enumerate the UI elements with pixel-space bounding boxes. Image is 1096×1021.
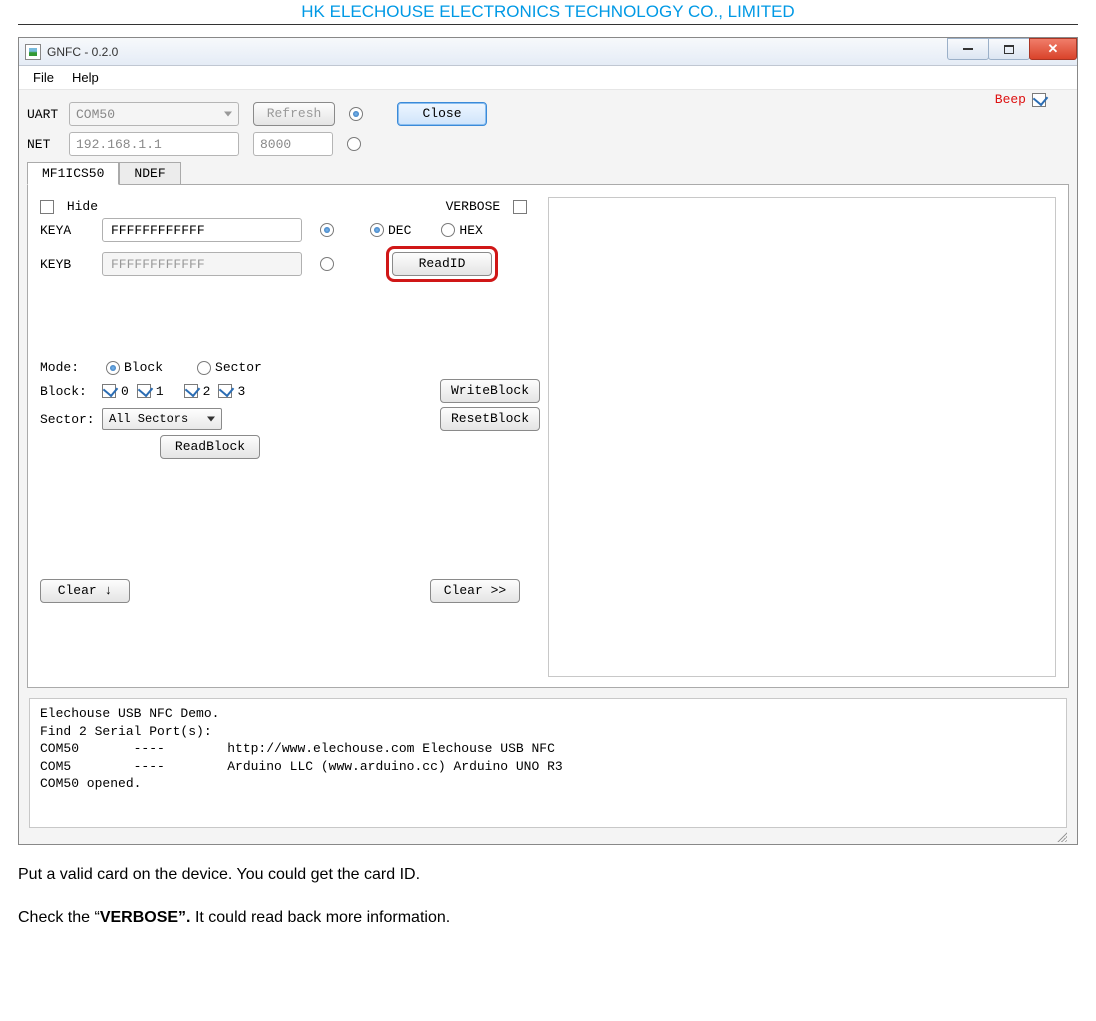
keya-label: KEYA (40, 223, 102, 238)
window-title: GNFC - 0.2.0 (47, 45, 118, 59)
uart-radio[interactable] (349, 107, 363, 121)
refresh-button[interactable]: Refresh (253, 102, 335, 126)
mode-label: Mode: (40, 360, 102, 375)
minimize-button[interactable] (947, 38, 989, 60)
caret-down-icon (224, 112, 232, 117)
mode-block-label: Block (124, 360, 163, 375)
output-panel (548, 197, 1056, 677)
net-label: NET (27, 137, 69, 152)
keyb-radio[interactable] (320, 257, 334, 271)
mode-block-radio[interactable] (106, 361, 120, 375)
block3-checkbox[interactable] (218, 384, 232, 398)
maximize-button[interactable] (988, 38, 1030, 60)
sector-select[interactable]: All Sectors (102, 408, 222, 430)
menubar: File Help (19, 66, 1077, 90)
dec-label: DEC (388, 223, 411, 238)
net-radio[interactable] (347, 137, 361, 151)
writeblock-button[interactable]: WriteBlock (440, 379, 540, 403)
hide-checkbox[interactable] (40, 200, 54, 214)
net-port-input[interactable]: 8000 (253, 132, 333, 156)
mode-sector-label: Sector (215, 360, 262, 375)
document-header: HK ELECHOUSE ELECTRONICS TECHNOLOGY CO.,… (18, 0, 1078, 25)
tab-ndef[interactable]: NDEF (119, 162, 180, 185)
sector-label: Sector: (40, 412, 102, 427)
dec-radio[interactable] (370, 223, 384, 237)
hex-label: HEX (459, 223, 482, 238)
readblock-button[interactable]: ReadBlock (160, 435, 260, 459)
tabstrip: MF1ICS50 NDEF (27, 162, 1069, 185)
doc-paragraph-2: Check the “VERBOSE”. It could read back … (18, 904, 1078, 931)
keyb-label: KEYB (40, 257, 102, 272)
verbose-checkbox[interactable] (513, 200, 527, 214)
uart-port-select[interactable]: COM50 (69, 102, 239, 126)
readid-button[interactable]: ReadID (392, 252, 492, 276)
caret-down-icon (207, 417, 215, 422)
verbose-label: VERBOSE (446, 199, 501, 214)
keya-input[interactable]: FFFFFFFFFFFF (102, 218, 302, 242)
hex-radio[interactable] (441, 223, 455, 237)
menu-help[interactable]: Help (72, 70, 99, 85)
block2-checkbox[interactable] (184, 384, 198, 398)
menu-file[interactable]: File (33, 70, 54, 85)
hide-label: Hide (67, 199, 98, 214)
document-body: Put a valid card on the device. You coul… (18, 861, 1078, 931)
tab-content: Hide VERBOSE KEYA FFFFFFFFFFFF DEC (27, 184, 1069, 688)
mode-sector-radio[interactable] (197, 361, 211, 375)
beep-option: Beep (995, 92, 1051, 107)
beep-checkbox[interactable] (1032, 93, 1046, 107)
clear-down-button[interactable]: Clear ↓ (40, 579, 130, 603)
log-output: Elechouse USB NFC Demo. Find 2 Serial Po… (29, 698, 1067, 828)
titlebar: GNFC - 0.2.0 ✕ (19, 38, 1077, 66)
block1-checkbox[interactable] (137, 384, 151, 398)
gnfc-window: GNFC - 0.2.0 ✕ File Help UART COM50 Refr… (18, 37, 1078, 845)
block-label: Block: (40, 384, 102, 399)
doc-paragraph-1: Put a valid card on the device. You coul… (18, 861, 1078, 888)
resize-grip[interactable] (27, 830, 1069, 844)
tab-mf1ics50[interactable]: MF1ICS50 (27, 162, 119, 185)
close-button[interactable]: Close (397, 102, 487, 126)
window-close-button[interactable]: ✕ (1029, 38, 1077, 60)
clear-right-button[interactable]: Clear >> (430, 579, 520, 603)
uart-label: UART (27, 107, 69, 122)
resetblock-button[interactable]: ResetBlock (440, 407, 540, 431)
app-icon (25, 44, 41, 60)
readid-highlight: ReadID (386, 246, 498, 282)
net-ip-input[interactable]: 192.168.1.1 (69, 132, 239, 156)
keyb-input[interactable]: FFFFFFFFFFFF (102, 252, 302, 276)
block0-checkbox[interactable] (102, 384, 116, 398)
client-area: UART COM50 Refresh Close Beep NET 192.16… (19, 90, 1077, 844)
keya-radio[interactable] (320, 223, 334, 237)
